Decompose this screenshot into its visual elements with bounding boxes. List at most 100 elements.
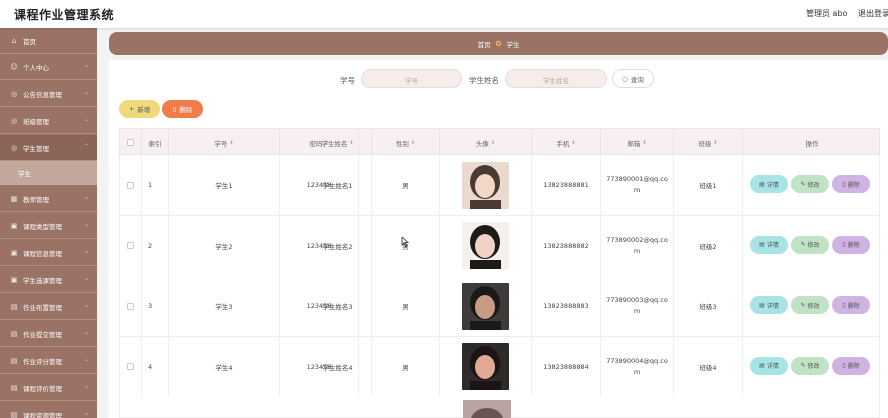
- row-checkbox[interactable]: [127, 363, 134, 370]
- edit-icon: ✎: [800, 180, 806, 188]
- student-no-input[interactable]: 学号: [361, 69, 462, 88]
- chevron-down-icon: ⌄: [83, 383, 89, 390]
- user-icon: ☺: [10, 62, 18, 71]
- delete-button-label: 删除: [179, 106, 193, 114]
- col-email[interactable]: 邮箱 ⬍: [601, 129, 674, 156]
- sidebar-item-course-select[interactable]: ▣ 学生选课管理 ⌄: [0, 267, 97, 293]
- cell-gender: 男: [372, 336, 440, 397]
- sidebar-item-notice[interactable]: ◎ 公告信息管理 ⌄: [0, 81, 97, 107]
- admin-label: 管理员 abo: [806, 9, 848, 18]
- sidebar-item-label: 学生选课管理: [23, 276, 62, 285]
- sidebar-item-submit[interactable]: ▤ 作业提交管理 ⌄: [0, 321, 97, 347]
- sidebar-item-review[interactable]: ▤ 课程评价管理 ⌄: [0, 375, 97, 401]
- sidebar-item-label: 首页: [23, 37, 36, 46]
- edit-button[interactable]: ✎ 修改: [791, 175, 829, 193]
- row-checkbox[interactable]: [127, 242, 134, 249]
- cell-student-no: 学生4: [169, 336, 280, 397]
- sidebar-item-course-type[interactable]: ▣ 课程类型管理 ⌄: [0, 213, 97, 239]
- table-row: 1 学生1 123456 男 13823888881 773890001@qq.…: [119, 155, 880, 216]
- delete-button[interactable]: ▯ 删除: [832, 296, 870, 314]
- detail-icon: ▤: [759, 301, 765, 309]
- cell-student-no: 学生3: [169, 276, 280, 336]
- sidebar-item-label: 作业评分管理: [23, 357, 62, 366]
- chevron-down-icon: ⌄: [83, 302, 89, 309]
- edit-button[interactable]: ✎ 修改: [791, 235, 829, 254]
- sort-icon: ⬍: [410, 139, 416, 146]
- detail-button[interactable]: ▤ 详情: [750, 296, 788, 314]
- cell-phone: 13823888882: [532, 215, 601, 276]
- col-gender[interactable]: 性别 ⬍: [372, 129, 440, 156]
- sidebar-item-assign[interactable]: ▤ 作业布置管理 ⌄: [0, 294, 97, 320]
- trash-icon: ▯: [172, 105, 177, 113]
- add-button[interactable]: + 新增: [119, 100, 160, 118]
- detail-icon: ▤: [759, 362, 765, 369]
- sort-icon: ⬍: [642, 139, 647, 146]
- sidebar-item-label: 教师管理: [23, 195, 49, 204]
- sidebar-item-personal[interactable]: ☺ 个人中心 ⌄: [0, 54, 97, 80]
- sidebar-item-label: 公告信息管理: [23, 90, 62, 99]
- col-phone[interactable]: 手机 ⬍: [532, 129, 601, 156]
- query-button[interactable]: ○ 查询: [612, 69, 654, 88]
- sidebar-item-teacher[interactable]: ▦ 教师管理 ⌄: [0, 186, 97, 212]
- detail-button[interactable]: ▤ 详情: [750, 356, 788, 375]
- student-name-input[interactable]: 学生姓名: [505, 69, 607, 88]
- cell-class: 班级3: [674, 276, 743, 336]
- batch-delete-button[interactable]: ▯ 删除: [162, 100, 203, 118]
- student-name-label: 学生姓名: [469, 76, 499, 85]
- cell-index: 2: [142, 215, 169, 276]
- detail-button[interactable]: ▤ 详情: [750, 175, 788, 193]
- sidebar-subitem-student[interactable]: 学生: [0, 161, 97, 185]
- col-student-name[interactable]: 学生姓名 ⬍: [304, 129, 372, 156]
- sidebar-item-student[interactable]: ◎ 学生管理 ⌃: [0, 135, 97, 161]
- delete-button[interactable]: ▯ 删除: [832, 235, 870, 254]
- delete-button[interactable]: ▯ 删除: [832, 356, 870, 375]
- edit-button[interactable]: ✎ 修改: [791, 356, 829, 375]
- delete-button[interactable]: ▯ 删除: [832, 175, 870, 193]
- home-icon: ⌂: [11, 36, 17, 45]
- sidebar-item-home[interactable]: ⌂ 首页: [0, 28, 97, 54]
- detail-button[interactable]: ▤ 详情: [750, 235, 788, 254]
- sidebar-item-class[interactable]: ◎ 班级管理 ⌄: [0, 108, 97, 134]
- chevron-down-icon: ⌄: [83, 62, 89, 69]
- select-all-checkbox[interactable]: [127, 139, 134, 146]
- sort-icon: ⬍: [490, 139, 496, 146]
- mouse-cursor-icon: [401, 237, 409, 247]
- col-student-no[interactable]: 学号 ⬍: [169, 129, 280, 156]
- sidebar-item-score[interactable]: ▤ 作业评分管理 ⌄: [0, 348, 97, 374]
- col-avatar[interactable]: 头像 ⬍: [440, 129, 532, 156]
- teacher-icon: ▦: [10, 194, 18, 203]
- trash-icon: ▯: [842, 180, 846, 188]
- col-class[interactable]: 班级 ⬍: [674, 129, 743, 156]
- table-row: 4 学生4 123456 男 13823888884 773890004@qq.…: [119, 336, 880, 398]
- cell-phone: 13823888881: [532, 155, 601, 215]
- chevron-down-icon: ⌄: [83, 275, 89, 282]
- sidebar-item-resource[interactable]: ▤ 课程资源管理 ⌄: [0, 402, 97, 418]
- detail-icon: ▤: [759, 180, 765, 188]
- cell-student-name: 学生姓名4: [304, 336, 372, 397]
- cell-avatar: [440, 155, 532, 215]
- plus-icon: +: [128, 105, 135, 113]
- cell-student-name: 学生姓名3: [304, 276, 372, 336]
- cell-email: 773890003@qq.com: [601, 276, 674, 336]
- edit-button[interactable]: ✎ 修改: [791, 296, 829, 314]
- sort-icon: ⬍: [229, 139, 234, 146]
- logout-link[interactable]: 退出登录: [858, 8, 888, 19]
- cell-index: 3: [142, 276, 169, 336]
- sidebar: ⌂ 首页 ☺ 个人中心 ⌄ ◎ 公告信息管理 ⌄ ◎ 班级管理 ⌄ ◎ 学生管理…: [0, 28, 97, 418]
- table-row: 3 学生3 123456 男 13823888883 773890003@qq.…: [119, 276, 880, 337]
- breadcrumb-home[interactable]: 首页: [478, 39, 491, 49]
- sidebar-item-course-info[interactable]: ▣ 课程信息管理 ⌄: [0, 240, 97, 266]
- row-checkbox[interactable]: [127, 302, 134, 310]
- row-checkbox[interactable]: [127, 181, 134, 189]
- chevron-down-icon: ⌄: [83, 194, 89, 201]
- add-button-label: 新增: [137, 106, 151, 114]
- cell-avatar: [440, 336, 532, 397]
- search-icon: ○: [622, 74, 628, 83]
- cell-class: 班级1: [674, 155, 743, 215]
- cell-phone: 13823888883: [532, 276, 601, 336]
- col-index: 索引: [142, 129, 169, 156]
- row-select-cell: [120, 336, 142, 397]
- sidebar-item-label: 个人中心: [23, 63, 49, 72]
- cell-student-no: 学生1: [169, 155, 280, 215]
- col-actions: 操作: [805, 139, 819, 148]
